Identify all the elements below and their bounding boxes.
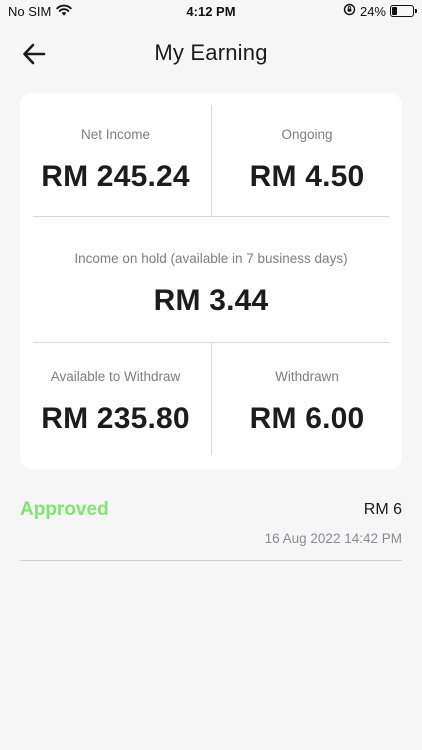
battery-fill [392,7,397,15]
rotation-lock-icon [343,3,356,19]
back-button[interactable] [18,38,50,70]
available-cell: Available to Withdraw RM 235.80 [20,369,211,436]
battery-icon [390,5,417,17]
withdrawn-label: Withdrawn [275,369,339,384]
earnings-summary-card: Net Income RM 245.24 Ongoing RM 4.50 Inc… [20,93,402,469]
available-label: Available to Withdraw [50,369,181,384]
page-title: My Earning [154,40,268,65]
on-hold-label: Income on hold (available in 7 business … [74,251,348,266]
net-income-value: RM 245.24 [41,160,190,193]
status-bar: No SIM 4:12 PM 24% [0,0,422,22]
net-income-cell: Net Income RM 245.24 [20,127,211,194]
transaction-status: Approved [20,499,109,520]
available-value: RM 235.80 [41,402,190,435]
net-income-label: Net Income [80,127,151,142]
status-bar-left: No SIM [8,3,73,19]
transaction-row[interactable]: Approved RM 6 16 Aug 2022 14:42 PM [20,498,402,560]
divider-vertical-top [211,105,212,217]
transaction-amount: RM 6 [363,501,402,518]
arrow-left-icon [23,43,46,65]
transaction-divider [20,560,402,561]
ongoing-cell: Ongoing RM 4.50 [212,127,402,194]
divider-horizontal-top [33,216,389,217]
ongoing-label: Ongoing [281,127,333,142]
on-hold-value: RM 3.44 [153,284,269,317]
battery-percent: 24% [359,3,386,19]
withdrawn-value: RM 6.00 [249,402,365,435]
header: My Earning [0,30,422,76]
carrier-label: No SIM [8,3,52,19]
withdrawn-cell: Withdrawn RM 6.00 [212,369,402,436]
status-bar-right: 24% [343,3,417,19]
transaction-date: 16 Aug 2022 14:42 PM [264,531,402,546]
wifi-icon [56,4,73,19]
on-hold-cell: Income on hold (available in 7 business … [20,251,402,318]
ongoing-value: RM 4.50 [249,160,365,193]
